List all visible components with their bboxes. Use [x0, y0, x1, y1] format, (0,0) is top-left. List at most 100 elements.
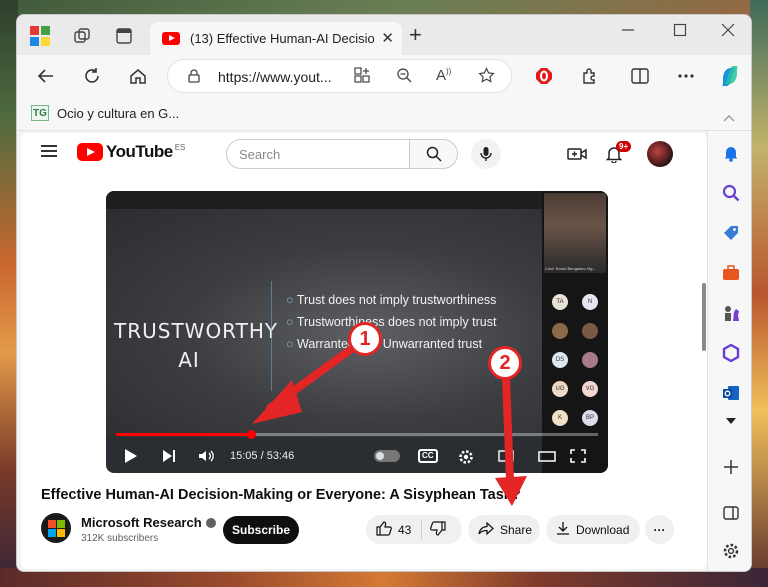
back-icon[interactable]	[33, 63, 59, 89]
speaker-caption: Conf. Room Bengaluru Vig...	[545, 266, 596, 271]
sidebar-settings-icon[interactable]	[721, 541, 741, 561]
video-progress-bar[interactable]	[116, 430, 598, 439]
vertical-tabs-icon[interactable]	[113, 25, 135, 47]
autoplay-toggle[interactable]	[374, 450, 400, 462]
edge-sidebar	[707, 131, 751, 571]
outlook-icon[interactable]	[721, 383, 741, 403]
menu-hamburger-icon[interactable]	[41, 145, 57, 157]
zoom-out-icon[interactable]	[396, 67, 412, 87]
sidebar-add-icon[interactable]	[721, 457, 741, 477]
hide-sidebar-icon[interactable]	[721, 503, 741, 523]
tools-briefcase-icon[interactable]	[721, 263, 741, 283]
captions-icon: CC	[418, 449, 438, 463]
video-progress-played	[116, 433, 252, 436]
subscribe-button[interactable]: Subscribe	[223, 516, 299, 544]
like-dislike-group: 43	[366, 515, 462, 544]
channel-logo[interactable]	[41, 513, 71, 543]
download-icon	[556, 521, 570, 538]
participant-avatar: N	[582, 294, 598, 310]
channel-name[interactable]: Microsoft Research	[81, 515, 216, 530]
sidebar-chevron-down-icon[interactable]	[721, 411, 741, 431]
notification-count-badge: 9+	[616, 141, 632, 152]
favorite-star-icon[interactable]	[478, 67, 495, 88]
address-bar[interactable]: https://www.yout... A))	[167, 59, 512, 93]
participant-avatar: TA	[552, 294, 568, 310]
search-button[interactable]	[410, 139, 458, 169]
settings-gear-icon[interactable]	[458, 449, 474, 465]
slide-title: TRUSTWORTHY AI	[114, 317, 277, 375]
participant-avatar: VG	[582, 381, 598, 397]
microphone-icon	[480, 147, 492, 161]
new-tab-button[interactable]: +	[409, 24, 422, 46]
profile-icon[interactable]	[29, 25, 51, 47]
dislike-button[interactable]	[430, 520, 446, 539]
games-chess-icon[interactable]	[721, 303, 741, 323]
page-scrollbar[interactable]	[702, 283, 706, 351]
participant-avatar: UG	[552, 381, 568, 397]
video-scrubber-handle[interactable]	[247, 430, 257, 439]
bookmark-label: Ocio y cultura en G...	[57, 105, 180, 121]
youtube-logo[interactable]: YouTube ES	[77, 142, 185, 162]
notifications-sidebar-icon[interactable]	[721, 143, 741, 163]
theater-mode-icon[interactable]	[538, 451, 556, 462]
slide-bullet: Trust does not imply trustworthiness	[286, 289, 497, 311]
annotation-marker-1: 1	[348, 322, 382, 356]
share-button[interactable]: Share	[468, 515, 540, 544]
browser-window: (13) Effective Human-AI Decision ✕ + htt…	[16, 14, 752, 572]
collapse-up-icon[interactable]	[723, 109, 735, 127]
maximize-icon[interactable]	[673, 23, 687, 42]
youtube-favicon-icon	[162, 32, 180, 45]
next-video-icon[interactable]	[162, 449, 176, 463]
window-close-icon[interactable]	[721, 23, 735, 42]
search-input[interactable]: Search	[226, 139, 410, 169]
like-button[interactable]	[376, 520, 392, 539]
copilot-icon[interactable]	[717, 63, 743, 89]
video-top-bar	[106, 191, 542, 209]
annotation-marker-2: 2	[488, 346, 522, 380]
download-button[interactable]: Download	[546, 515, 640, 544]
participant-avatar	[582, 323, 598, 339]
bookmark-favicon-icon: TG	[31, 105, 49, 121]
verified-check-icon	[205, 518, 216, 528]
app-available-icon[interactable]	[354, 67, 370, 87]
create-video-icon[interactable]	[566, 143, 588, 165]
channel-name-text: Microsoft Research	[81, 515, 202, 530]
participant-avatar: BP	[582, 410, 598, 426]
share-icon	[478, 521, 494, 538]
share-label: Share	[500, 522, 533, 537]
favorites-bar: TG Ocio y cultura en G...	[17, 97, 751, 131]
youtube-logo-text: YouTube	[106, 142, 173, 161]
captions-button[interactable]: CC	[418, 449, 438, 463]
speaker-camera: Conf. Room Bengaluru Vig...	[544, 193, 606, 273]
microsoft365-icon[interactable]	[721, 343, 741, 363]
extensions-icon[interactable]	[577, 63, 603, 89]
navigation-toolbar: https://www.yout... A))	[17, 55, 751, 97]
voice-search-button[interactable]	[471, 139, 501, 169]
opera-adblock-icon[interactable]	[531, 63, 557, 89]
more-actions-button[interactable]: ···	[645, 515, 674, 544]
minimize-icon[interactable]	[621, 23, 635, 42]
fullscreen-icon[interactable]	[570, 449, 586, 463]
search-sidebar-icon[interactable]	[721, 183, 741, 203]
slide-title-line-2: AI	[178, 348, 200, 372]
bookmark-item[interactable]: TG Ocio y cultura en G...	[31, 105, 179, 121]
refresh-icon[interactable]	[79, 63, 105, 89]
play-icon[interactable]	[124, 448, 138, 464]
video-title: Effective Human-AI Decision-Making or Ev…	[41, 487, 521, 503]
youtube-play-logo-icon	[77, 143, 103, 161]
country-code: ES	[174, 142, 186, 152]
miniplayer-icon[interactable]	[498, 450, 514, 462]
slide-bullet: Trustworthiness does not imply trust	[286, 311, 497, 333]
home-icon[interactable]	[125, 63, 151, 89]
split-screen-icon[interactable]	[627, 63, 653, 89]
volume-icon[interactable]	[198, 449, 216, 463]
tab-close-icon[interactable]: ✕	[381, 29, 394, 47]
settings-more-icon[interactable]	[673, 63, 699, 89]
workspaces-icon[interactable]	[71, 25, 93, 47]
user-avatar[interactable]	[647, 141, 673, 167]
download-label: Download	[576, 522, 630, 537]
shopping-tag-icon[interactable]	[721, 223, 741, 243]
tab-active[interactable]: (13) Effective Human-AI Decision ✕	[150, 22, 402, 55]
subscriber-count: 312K subscribers	[81, 533, 159, 544]
read-aloud-icon[interactable]: A))	[436, 67, 451, 84]
